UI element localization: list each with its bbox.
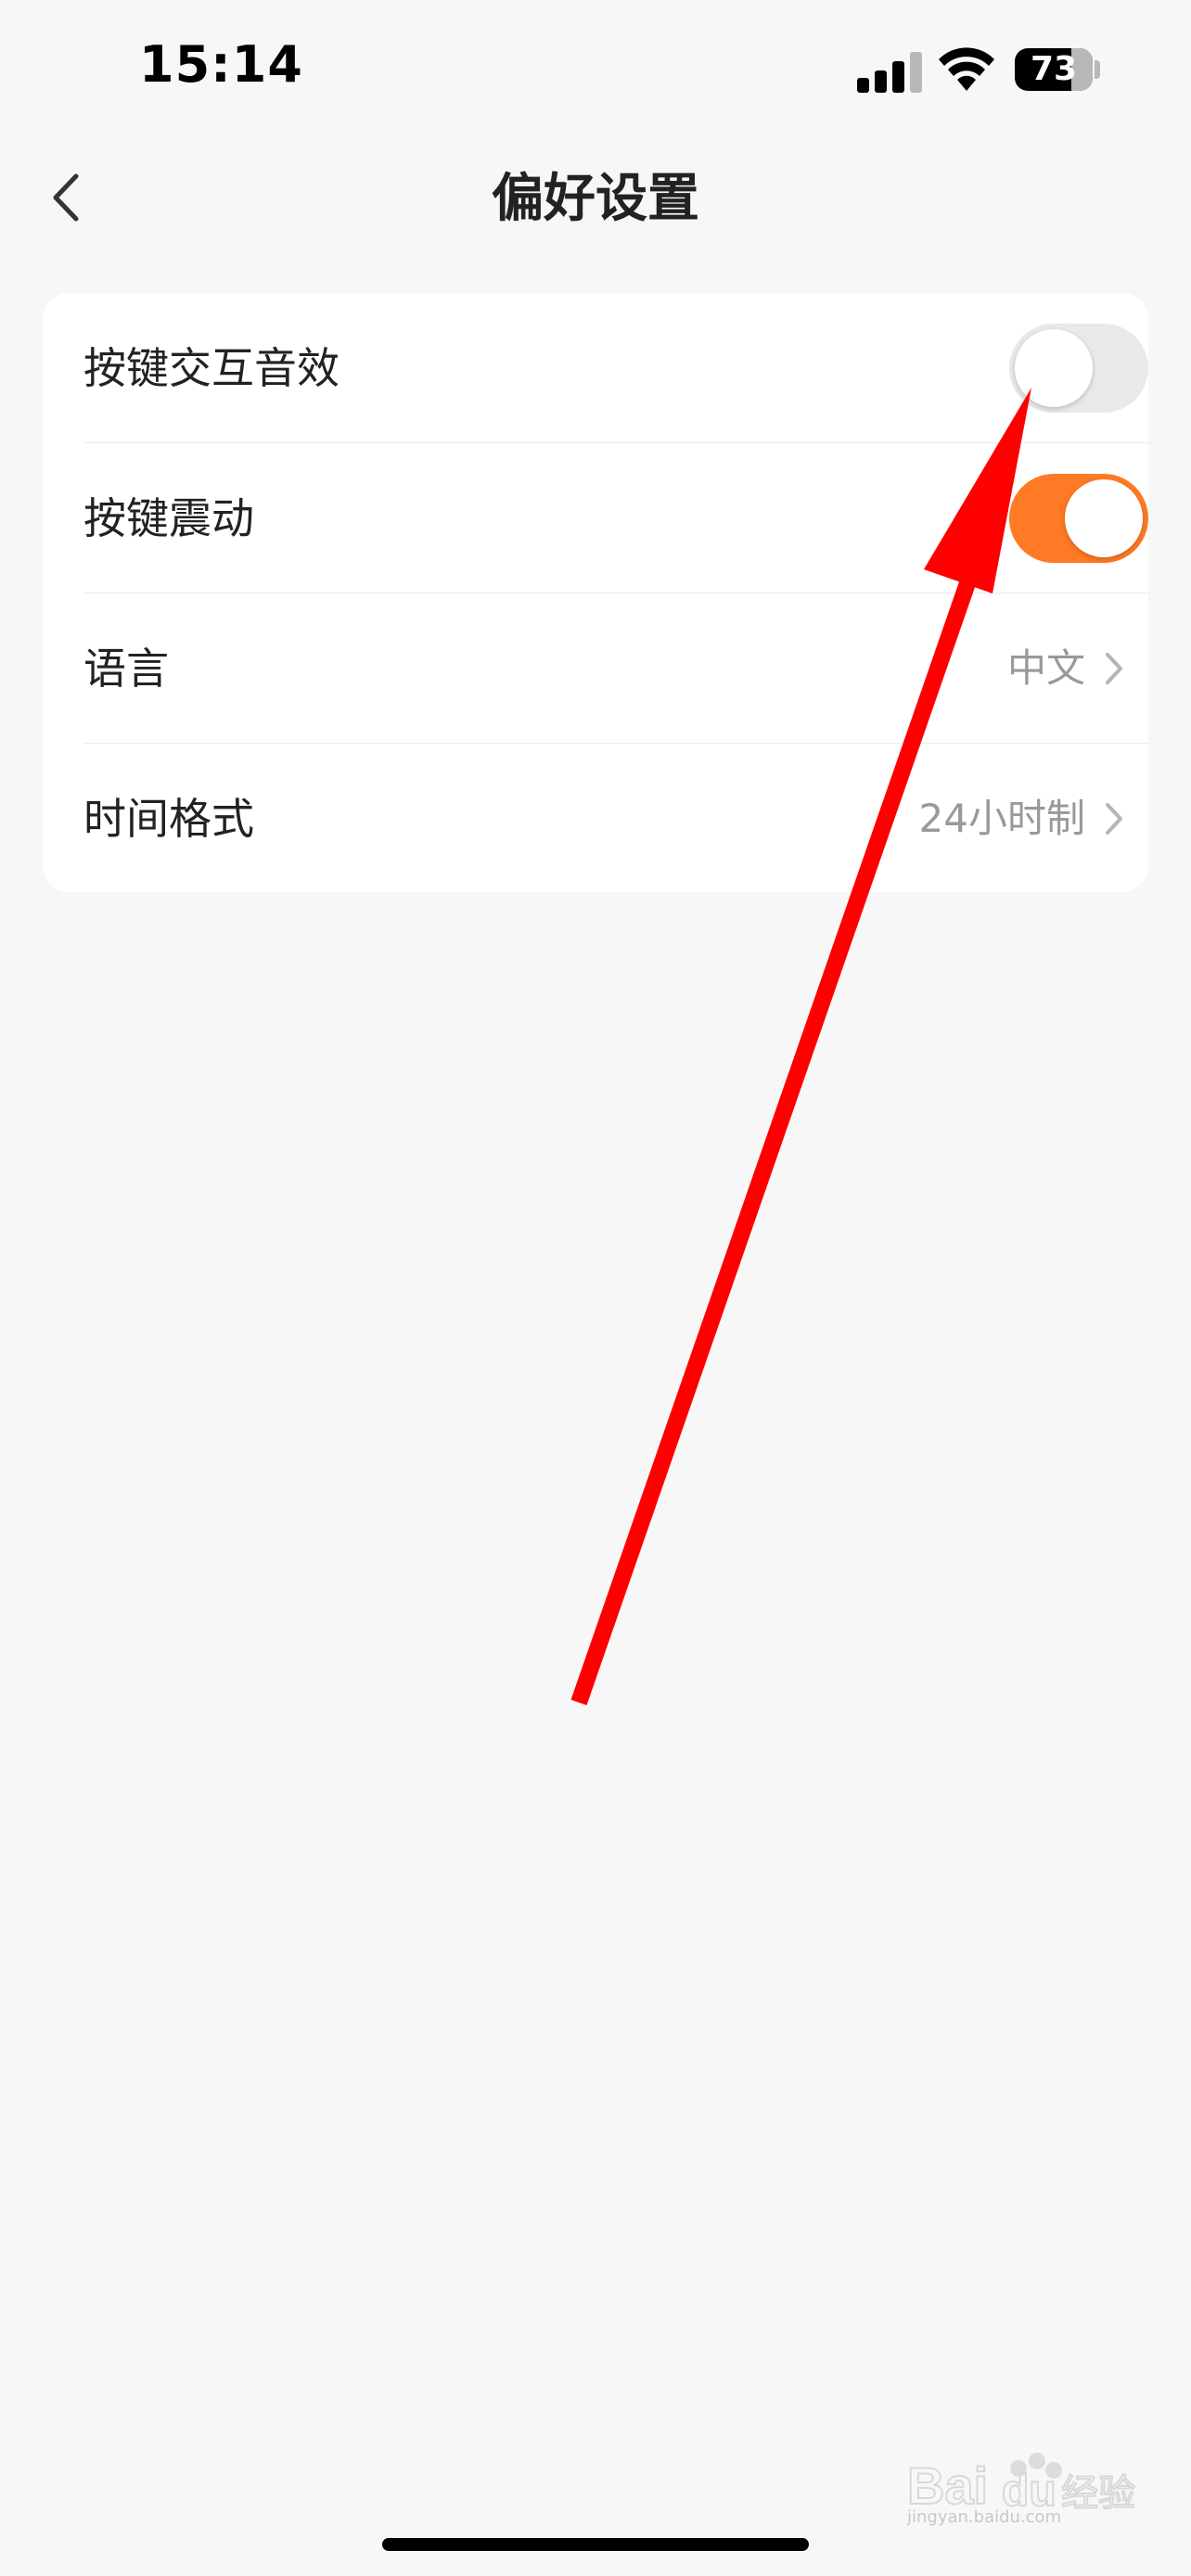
wifi-icon (939, 47, 994, 91)
language-value: 中文 (1006, 645, 1085, 691)
setting-label: 语言 (83, 644, 169, 694)
toggle-knob (1065, 479, 1143, 557)
setting-label: 按键震动 (83, 493, 254, 543)
setting-row-time-format[interactable]: 时间格式 24小时制 (83, 744, 1148, 894)
watermark-subtext: jingyan.baidu.com (907, 2507, 1062, 2527)
key-sound-toggle[interactable] (1009, 324, 1148, 413)
cellular-signal-icon (857, 50, 922, 93)
setting-label: 时间格式 (83, 794, 254, 844)
status-time: 15:14 (139, 35, 303, 94)
home-indicator[interactable] (382, 2538, 809, 2551)
setting-row-key-sound[interactable]: 按键交互音效 (83, 293, 1150, 443)
toggle-knob (1015, 329, 1093, 407)
battery-level: 73 (1030, 50, 1078, 88)
setting-row-key-vibration[interactable]: 按键震动 (83, 443, 1150, 593)
page-title: 偏好设置 (492, 169, 699, 229)
chevron-right-icon (1106, 653, 1122, 684)
chevron-right-icon (1106, 803, 1122, 835)
svg-text:经验: 经验 (1061, 2472, 1135, 2515)
battery-icon: 73 (1015, 48, 1093, 91)
key-vibration-toggle[interactable] (1009, 474, 1148, 563)
setting-label: 按键交互音效 (83, 343, 339, 393)
setting-row-language[interactable]: 语言 中文 (83, 593, 1150, 744)
settings-card: 按键交互音效 按键震动 语言 中文 时间格式 24小时制 (43, 293, 1150, 894)
time-format-value: 24小时制 (918, 796, 1085, 841)
battery-tip (1095, 60, 1100, 79)
status-bar: 15:14 73 (0, 0, 1191, 139)
svg-text:Bai: Bai (907, 2456, 988, 2515)
